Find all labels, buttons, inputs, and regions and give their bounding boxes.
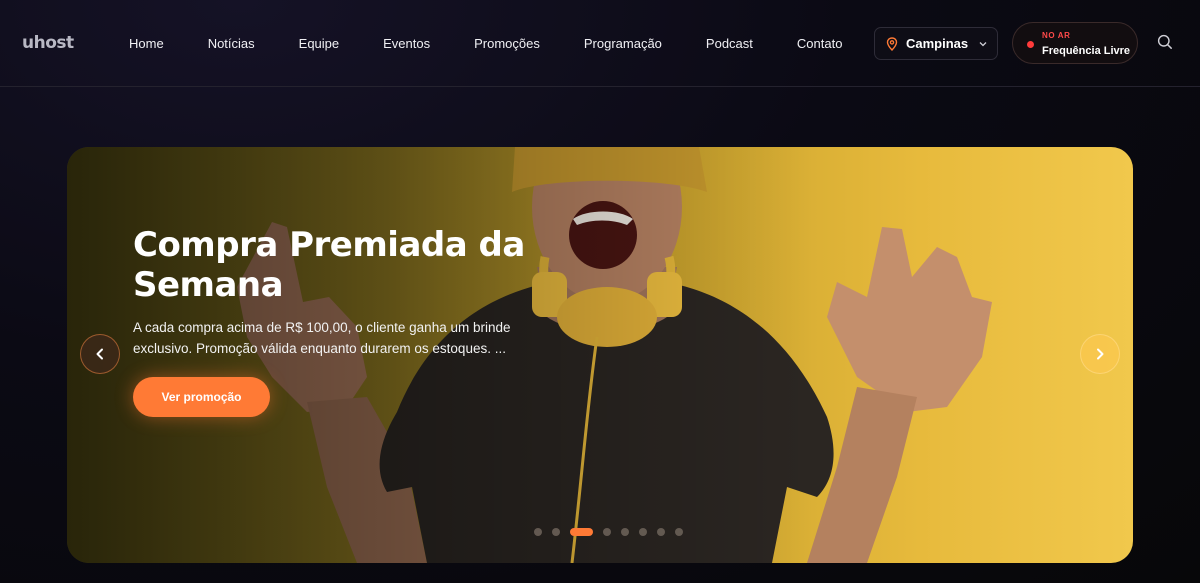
live-radio-button[interactable]: NO AR Frequência Livre <box>1012 22 1138 64</box>
carousel-dot[interactable] <box>657 528 665 536</box>
nav-item-eventos[interactable]: Eventos <box>361 36 452 51</box>
city-selector-value: Campinas <box>906 36 969 51</box>
nav-item-noticias[interactable]: Notícias <box>186 36 277 51</box>
location-pin-icon <box>886 36 898 51</box>
carousel-dot[interactable] <box>621 528 629 536</box>
carousel-dot[interactable] <box>552 528 560 536</box>
live-station-name: Frequência Livre <box>1042 45 1131 57</box>
nav-item-podcast[interactable]: Podcast <box>684 36 775 51</box>
nav-item-programacao[interactable]: Programação <box>562 36 684 51</box>
site-header: uhost Home Notícias Equipe Eventos Promo… <box>0 0 1200 87</box>
chevron-right-icon <box>1097 348 1104 360</box>
carousel-prev-button[interactable] <box>80 334 120 374</box>
hero-carousel: Compra Premiada da Semana A cada compra … <box>67 147 1133 563</box>
nav-item-promocoes[interactable]: Promoções <box>452 36 562 51</box>
city-selector[interactable]: Campinas <box>874 27 998 60</box>
chevron-down-icon <box>979 41 987 46</box>
nav-item-equipe[interactable]: Equipe <box>277 36 361 51</box>
carousel-pagination <box>534 528 683 536</box>
carousel-next-button[interactable] <box>1080 334 1120 374</box>
main-nav: Home Notícias Equipe Eventos Promoções P… <box>107 0 864 87</box>
chevron-left-icon <box>96 348 103 360</box>
carousel-dot[interactable] <box>639 528 647 536</box>
live-status: NO AR <box>1042 31 1071 40</box>
search-icon[interactable] <box>1156 33 1174 51</box>
hero-title: Compra Premiada da Semana <box>133 225 525 305</box>
live-indicator-dot <box>1027 41 1034 48</box>
hero-description: A cada compra acima de R$ 100,00, o clie… <box>133 320 511 356</box>
carousel-dot[interactable] <box>675 528 683 536</box>
carousel-dot[interactable] <box>534 528 542 536</box>
carousel-dot[interactable] <box>570 528 593 536</box>
view-promotion-button[interactable]: Ver promoção <box>133 377 270 417</box>
carousel-dot[interactable] <box>603 528 611 536</box>
nav-item-contato[interactable]: Contato <box>775 36 865 51</box>
site-logo[interactable]: uhost <box>22 33 74 53</box>
nav-item-home[interactable]: Home <box>107 36 186 51</box>
